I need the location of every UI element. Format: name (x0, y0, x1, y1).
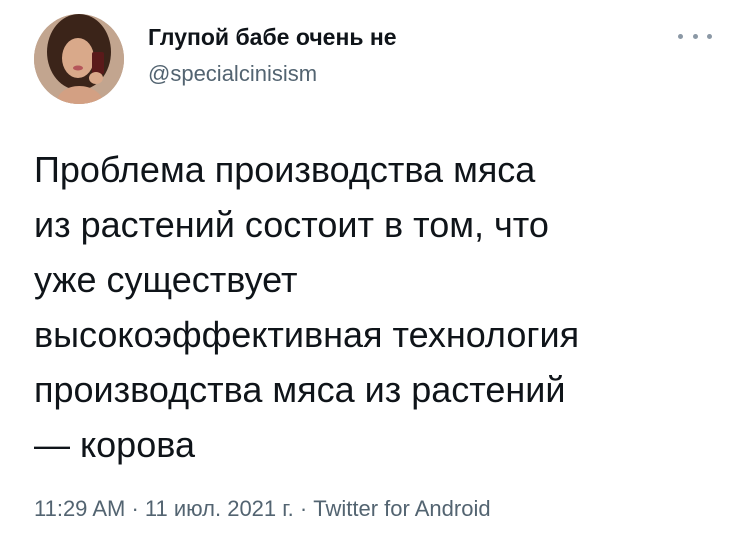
meta-separator: · (293, 496, 314, 521)
author-handle[interactable]: @specialcinisism (148, 61, 317, 87)
author-display-name[interactable]: Глупой бабе очень не (148, 24, 397, 51)
meta-separator: · (125, 496, 145, 521)
more-dot (707, 33, 712, 39)
tweet-meta: 11:29 AM · 11 июл. 2021 г. · Twitter for… (34, 496, 491, 522)
tweet-card: Глупой бабе очень не @specialcinisism Пр… (0, 0, 750, 545)
profile-photo-icon (34, 14, 124, 104)
more-options-icon[interactable] (678, 26, 712, 46)
more-dot (678, 33, 683, 39)
tweet-text: Проблема производства мяса из растений с… (34, 149, 580, 465)
more-dot (692, 33, 698, 39)
avatar[interactable] (34, 14, 124, 104)
tweet-time[interactable]: 11:29 AM (34, 496, 125, 521)
tweet-date[interactable]: 11 июл. 2021 г. (145, 496, 294, 521)
tweet-source[interactable]: Twitter for Android (313, 496, 490, 521)
